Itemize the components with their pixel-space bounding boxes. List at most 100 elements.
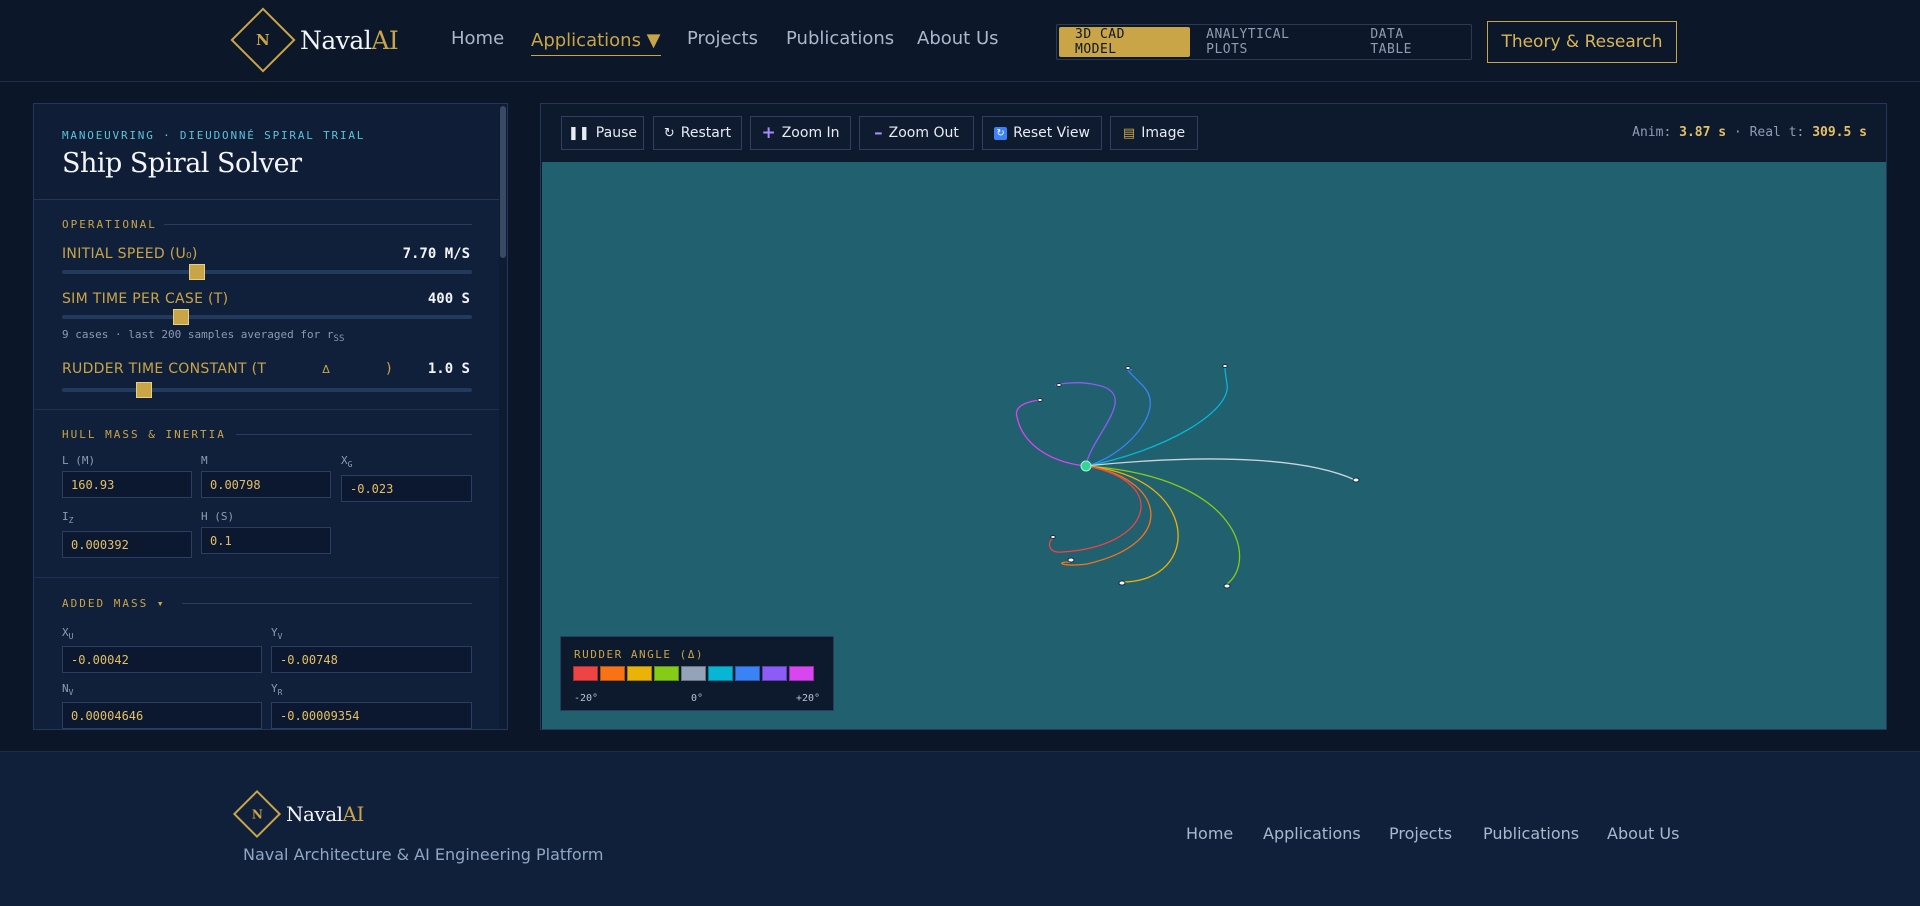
legend-title: RUDDER ANGLE (Δ) bbox=[574, 648, 704, 661]
panel-scrollbar[interactable] bbox=[499, 104, 507, 729]
IZ-label-main: I bbox=[62, 510, 69, 523]
initial-speed-slider[interactable] bbox=[62, 264, 472, 280]
IZ-label: IZ bbox=[62, 510, 73, 525]
panel-eyebrow: MANOEUVRING · DIEUDONNÉ SPIRAL TRIAL bbox=[62, 129, 366, 142]
panel-scrollbar-thumb[interactable] bbox=[500, 106, 506, 258]
restart-label: Restart bbox=[680, 125, 732, 141]
YR-label-sub: R bbox=[277, 688, 283, 698]
pause-button[interactable]: ❚❚ Pause bbox=[561, 116, 644, 150]
mode-3d-cad[interactable]: 3D CAD MODEL bbox=[1059, 27, 1191, 57]
ship-marker bbox=[1050, 535, 1056, 539]
NV-label: NV bbox=[62, 682, 73, 697]
footer-brand-name: NavalAI bbox=[286, 802, 364, 826]
pause-label: Pause bbox=[595, 125, 637, 141]
IZ-input[interactable]: 0.000392 bbox=[62, 531, 192, 558]
site-header: N NavalAI Home Applications ▼ Projects P… bbox=[0, 0, 1920, 82]
zoom-out-label: Zoom Out bbox=[888, 125, 959, 141]
brand-name: NavalAI bbox=[300, 25, 399, 55]
L-label: L (M) bbox=[62, 454, 96, 467]
rudder-tc-label-main: RUDDER TIME CONSTANT (T bbox=[62, 361, 267, 377]
XU-label: XU bbox=[62, 626, 73, 641]
footer-link-about[interactable]: About Us bbox=[1607, 824, 1679, 843]
L-input[interactable]: 160.93 bbox=[62, 471, 192, 498]
legend-swatch bbox=[762, 666, 787, 681]
simulation-viewer: ❚❚ Pause ↻ Restart + Zoom In – Zoom Out ↻ Res… bbox=[540, 103, 1887, 730]
legend-swatch bbox=[735, 666, 760, 681]
nav-publications[interactable]: Publications bbox=[786, 28, 894, 49]
XU-label-main: X bbox=[62, 626, 69, 639]
logo-diamond-icon: N bbox=[230, 7, 296, 73]
section-added-mass-toggle[interactable]: ADDED MASS ▾ bbox=[62, 597, 165, 610]
reset-view-button[interactable]: ↻ Reset View bbox=[982, 116, 1102, 150]
XG-label-sub: G bbox=[347, 460, 353, 470]
XG-label: XG bbox=[341, 454, 352, 469]
brand-name-main: Naval bbox=[300, 25, 372, 55]
solver-panel: MANOEUVRING · DIEUDONNÉ SPIRAL TRIAL Shi… bbox=[33, 103, 508, 730]
anim-value: 3.87 s bbox=[1679, 125, 1727, 140]
rudder-tc-slider[interactable] bbox=[62, 382, 472, 398]
brand-name-ai: AI bbox=[371, 25, 399, 55]
ship-marker bbox=[1223, 583, 1231, 589]
legend-swatch bbox=[789, 666, 814, 681]
reset-view-icon: ↻ bbox=[994, 126, 1008, 140]
mode-analytical-plots[interactable]: ANALYTICAL PLOTS bbox=[1190, 27, 1354, 57]
XG-input[interactable]: -0.023 bbox=[341, 475, 472, 502]
NV-label-main: N bbox=[62, 682, 69, 695]
pause-icon: ❚❚ bbox=[568, 125, 590, 141]
time-readout: Anim: 3.87 s · Real t: 309.5 s bbox=[1632, 125, 1867, 140]
legend-swatches bbox=[573, 666, 814, 681]
view-mode-switch: 3D CAD MODEL ANALYTICAL PLOTS DATA TABLE bbox=[1056, 24, 1472, 60]
YR-label-main: Y bbox=[271, 682, 278, 695]
M-input[interactable]: 0.00798 bbox=[201, 471, 331, 498]
footer-tagline: Naval Architecture & AI Engineering Plat… bbox=[243, 845, 604, 864]
image-button[interactable]: ▤ Image bbox=[1110, 116, 1198, 150]
ship-marker bbox=[1037, 398, 1043, 402]
XU-input[interactable]: -0.00042 bbox=[62, 646, 262, 673]
cases-hint-text: 9 cases · last 200 samples averaged for … bbox=[62, 328, 334, 341]
nav-about[interactable]: About Us bbox=[917, 28, 999, 49]
trajectory-path bbox=[1085, 465, 1241, 585]
nav-applications[interactable]: Applications ▼ bbox=[531, 30, 661, 56]
section-hull: HULL MASS & INERTIA bbox=[62, 428, 226, 441]
trajectory-path bbox=[1085, 366, 1228, 467]
trajectory-canvas[interactable]: RUDDER ANGLE (Δ) -20° 0° +20° bbox=[542, 162, 1886, 729]
YV-input[interactable]: -0.00748 bbox=[271, 646, 472, 673]
NV-input[interactable]: 0.00004646 bbox=[62, 702, 262, 729]
zoom-in-button[interactable]: + Zoom In bbox=[750, 116, 851, 150]
initial-speed-label: INITIAL SPEED (U₀) bbox=[62, 246, 198, 262]
viewer-toolbar: ❚❚ Pause ↻ Restart + Zoom In – Zoom Out ↻ Res… bbox=[541, 104, 1886, 162]
YR-input[interactable]: -0.00009354 bbox=[271, 702, 472, 729]
H-input[interactable]: 0.1 bbox=[201, 527, 331, 554]
trajectory-path bbox=[1085, 458, 1356, 481]
cases-hint-sub: SS bbox=[333, 334, 345, 345]
origin-marker bbox=[1080, 460, 1092, 472]
nav-projects[interactable]: Projects bbox=[687, 28, 758, 49]
sim-time-value: 400 S bbox=[427, 291, 470, 307]
ship-marker bbox=[1125, 366, 1131, 370]
trajectory-path bbox=[1015, 399, 1087, 467]
initial-speed-value: 7.70 M/S bbox=[402, 246, 470, 262]
plus-icon: + bbox=[761, 123, 776, 143]
zoom-out-button[interactable]: – Zoom Out bbox=[859, 116, 974, 150]
nav-home[interactable]: Home bbox=[451, 28, 504, 49]
legend-max: +20° bbox=[796, 693, 821, 704]
rudder-tc-slider-thumb[interactable] bbox=[136, 382, 152, 398]
sim-time-slider-thumb[interactable] bbox=[172, 309, 189, 325]
image-icon: ▤ bbox=[1122, 125, 1136, 141]
sim-time-slider[interactable] bbox=[62, 309, 472, 325]
legend-swatch bbox=[708, 666, 733, 681]
brand-logo[interactable]: N NavalAI bbox=[230, 7, 399, 73]
legend-mid: 0° bbox=[691, 693, 704, 704]
footer-link-projects[interactable]: Projects bbox=[1389, 824, 1452, 843]
footer-link-publications[interactable]: Publications bbox=[1483, 824, 1579, 843]
footer-logo[interactable]: N NavalAI bbox=[232, 789, 364, 839]
theory-research-button[interactable]: Theory & Research bbox=[1487, 21, 1677, 63]
restart-button[interactable]: ↻ Restart bbox=[653, 116, 742, 150]
footer-link-applications[interactable]: Applications bbox=[1263, 824, 1361, 843]
mode-data-table[interactable]: DATA TABLE bbox=[1354, 27, 1469, 57]
initial-speed-slider-thumb[interactable] bbox=[189, 264, 206, 280]
legend-swatch bbox=[627, 666, 652, 681]
YV-label-sub: V bbox=[277, 632, 283, 642]
readout-separator: · bbox=[1726, 125, 1750, 140]
footer-link-home[interactable]: Home bbox=[1186, 824, 1233, 843]
